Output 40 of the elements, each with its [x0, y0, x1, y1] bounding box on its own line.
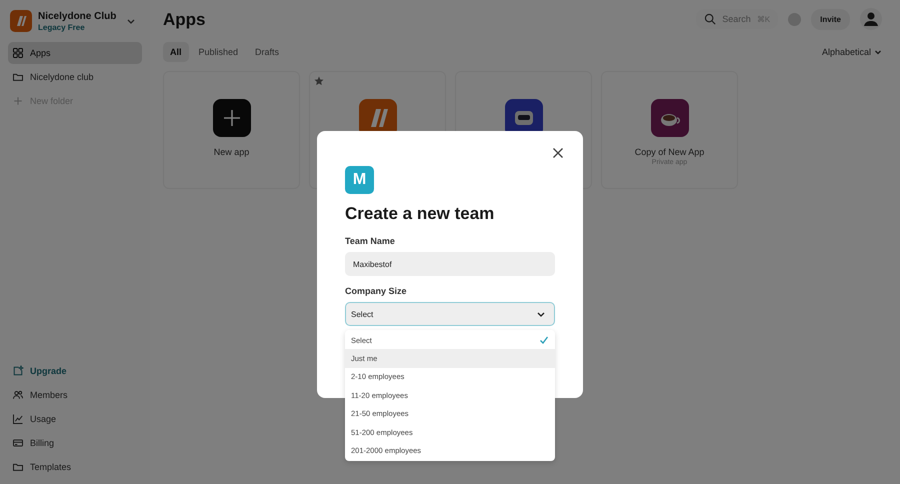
app-card[interactable]: New app	[163, 71, 300, 189]
sort-dropdown[interactable]: Alphabetical	[822, 47, 882, 57]
plus-icon	[12, 95, 24, 107]
user-avatar-icon	[860, 8, 882, 30]
chevron-down-icon	[874, 48, 882, 56]
field-label: Company Size	[345, 286, 408, 296]
field-label: Team Name	[345, 236, 396, 246]
sidebar-item[interactable]: Templates	[8, 456, 142, 478]
plan-label: Legacy Free	[38, 22, 86, 32]
sidebar-item[interactable]: Usage	[8, 408, 142, 430]
dialog-title: Create a new team	[345, 204, 496, 224]
sparkle-box-icon	[12, 365, 24, 377]
sidebar-item[interactable]: Apps	[8, 42, 142, 64]
folder-icon	[12, 461, 24, 473]
search-placeholder: Search	[722, 14, 751, 24]
team-initial-badge: M	[345, 166, 374, 194]
sidebar-item[interactable]: Members	[8, 384, 142, 406]
app-name: New app	[214, 147, 250, 157]
plus-tile-icon	[212, 99, 250, 137]
tab[interactable]: Published	[192, 42, 246, 62]
sidebar-item[interactable]: Billing	[8, 432, 142, 454]
page-title: Apps	[163, 9, 206, 30]
chart-line-icon	[12, 413, 24, 425]
tab[interactable]: Drafts	[248, 42, 286, 62]
grid-icon	[12, 47, 24, 59]
sidebar-item[interactable]: Nicelydone club	[8, 66, 142, 88]
folder-icon	[12, 71, 24, 83]
app-name: Copy of New App	[634, 147, 704, 157]
close-icon[interactable]	[552, 147, 564, 159]
card-icon	[12, 437, 24, 449]
sidebar-item[interactable]: Upgrade	[8, 360, 142, 382]
people-icon	[12, 389, 24, 401]
tab[interactable]: All	[163, 42, 189, 62]
search-icon	[704, 13, 716, 25]
workspace-name[interactable]: Nicelydone Club	[38, 10, 120, 22]
workspace-logo-icon	[10, 10, 32, 32]
coffee-cup-icon	[650, 99, 688, 137]
team-name-field[interactable]: Maxibestof	[345, 252, 555, 276]
invite-button[interactable]: Invite	[811, 8, 850, 30]
company-size-select[interactable]: Select	[345, 302, 555, 326]
